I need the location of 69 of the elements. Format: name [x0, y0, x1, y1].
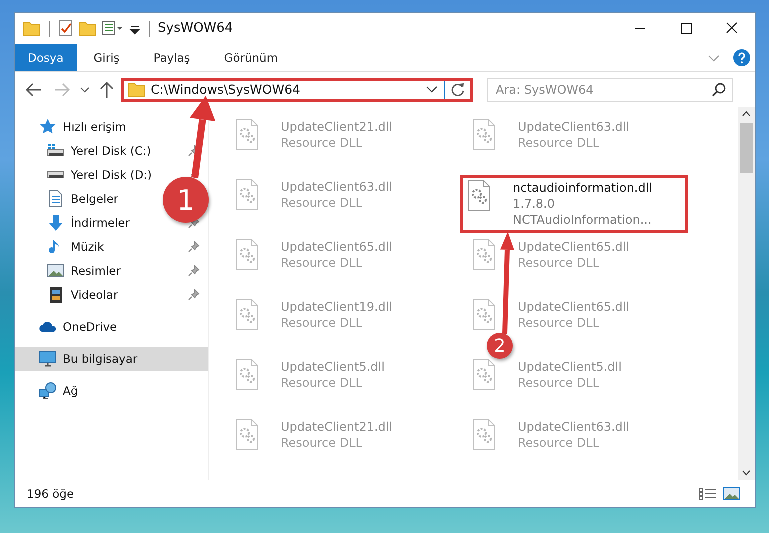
dll-file-icon[interactable] — [235, 299, 261, 332]
sidebar-item[interactable]: Yerel Disk (C:) — [15, 139, 160, 163]
dll-file-icon[interactable] — [235, 419, 261, 452]
scrollbar-thumb[interactable] — [740, 123, 753, 173]
dll-file-icon[interactable] — [235, 179, 261, 212]
window-title: SysWOW64 — [158, 21, 234, 36]
scroll-up-icon[interactable] — [742, 111, 751, 117]
dll-file-icon[interactable] — [472, 299, 498, 332]
item-count: 196 öğe — [27, 486, 74, 500]
file-details: Resource DLL — [518, 315, 600, 331]
sidebar-item[interactable]: Resimler — [15, 259, 129, 283]
star-icon — [39, 118, 57, 136]
picture-icon — [47, 262, 65, 280]
properties-icon[interactable] — [102, 20, 124, 37]
search-icon — [711, 82, 727, 98]
file-details: 1.7.8.0 — [513, 196, 555, 212]
file-item[interactable]: nctaudioinformation.dll 1.7.8.0 NCTAudioInformation... — [460, 175, 688, 233]
file-details: NCTAudioInformation... — [513, 212, 652, 228]
file-details: Resource DLL — [281, 255, 362, 271]
file-details: Resource DLL — [518, 375, 600, 391]
scroll-down-icon[interactable] — [742, 470, 751, 476]
sidebar-item[interactable]: Hızlı erişim — [15, 115, 134, 139]
sidebar-item[interactable]: Ağ — [15, 379, 86, 403]
file-details: Resource DLL — [518, 255, 600, 271]
monitor-icon — [39, 350, 57, 368]
details-view-icon[interactable] — [699, 486, 717, 500]
sidebar-item[interactable]: Yerel Disk (D:) — [15, 163, 160, 187]
file-details: Resource DLL — [518, 435, 600, 451]
document-icon — [47, 190, 65, 208]
address-bar[interactable]: C:\Windows\SysWOW64 — [121, 78, 473, 102]
dll-file-icon[interactable] — [472, 359, 498, 392]
thumbnail-view-icon[interactable] — [723, 486, 741, 500]
folder-icon — [128, 81, 146, 98]
dll-file-icon[interactable] — [472, 119, 498, 152]
dll-file-icon[interactable] — [472, 239, 498, 272]
file-details: Resource DLL — [281, 315, 362, 331]
file-details: Resource DLL — [281, 375, 362, 391]
file-name[interactable]: nctaudioinformation.dll — [513, 180, 653, 196]
sidebar-item[interactable]: İndirmeler — [15, 211, 138, 235]
ribbon-tab[interactable]: Paylaş — [136, 44, 208, 71]
sidebar-item[interactable]: OneDrive — [15, 315, 126, 339]
dll-file-icon[interactable] — [235, 359, 261, 392]
file-details: Resource DLL — [281, 195, 362, 211]
dll-file-icon[interactable] — [467, 180, 493, 213]
refresh-icon[interactable] — [450, 82, 466, 98]
sidebar-item[interactable]: Belgeler — [15, 187, 127, 211]
folder-icon[interactable] — [79, 20, 97, 37]
scrollbar[interactable] — [738, 107, 755, 480]
ribbon-tab[interactable]: Giriş — [76, 44, 137, 71]
ribbon-tab[interactable]: Görünüm — [207, 44, 296, 71]
help-icon[interactable] — [733, 48, 751, 66]
ribbon-tab[interactable]: Dosya — [15, 44, 77, 71]
film-icon — [47, 286, 65, 304]
dll-file-icon[interactable] — [235, 119, 261, 152]
network-icon — [39, 382, 57, 400]
sidebar-item[interactable]: Videolar — [15, 283, 126, 307]
address-path: C:\Windows\SysWOW64 — [151, 82, 302, 97]
file-details: Resource DLL — [518, 135, 600, 151]
file-details: Resource DLL — [281, 435, 362, 451]
drive-icon — [47, 171, 65, 179]
sidebar-item[interactable]: Bu bilgisayar — [15, 347, 208, 371]
file-details: Resource DLL — [281, 135, 362, 151]
search-field[interactable]: Ara: SysWOW64 — [487, 78, 733, 102]
folder-icon[interactable] — [23, 20, 41, 37]
sidebar-item[interactable]: Müzik — [15, 235, 112, 259]
download-arrow-icon — [47, 214, 65, 232]
dll-file-icon[interactable] — [235, 239, 261, 272]
dll-file-icon[interactable] — [472, 419, 498, 452]
checklist-icon[interactable] — [58, 20, 74, 37]
